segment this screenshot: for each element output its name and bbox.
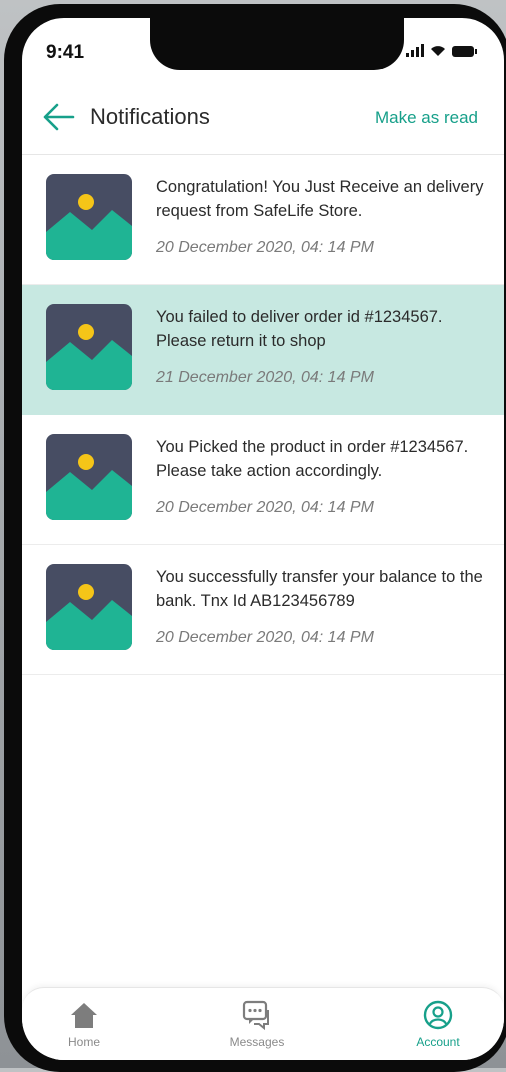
notification-message: Congratulation! You Just Receive an deli… xyxy=(156,178,484,220)
phone-frame: 9:41 Notifications Make as read Congratu… xyxy=(4,4,506,1072)
page-title: Notifications xyxy=(90,104,210,129)
signal-icon xyxy=(406,44,424,57)
notification-item[interactable]: You failed to deliver order id #1234567.… xyxy=(22,285,504,415)
tab-home[interactable]: Home xyxy=(34,998,134,1049)
tab-account[interactable]: Account xyxy=(388,998,488,1049)
chat-icon xyxy=(242,1000,269,1031)
image-placeholder-icon xyxy=(46,174,132,260)
notification-item[interactable]: Congratulation! You Just Receive an deli… xyxy=(22,155,504,285)
notification-message: You successfully transfer your balance t… xyxy=(156,568,483,610)
notification-date: 20 December 2020, 04: 14 PM xyxy=(156,499,374,516)
notification-item[interactable]: You successfully transfer your balance t… xyxy=(22,545,504,675)
notification-date: 21 December 2020, 04: 14 PM xyxy=(156,369,374,386)
status-icons xyxy=(406,44,477,57)
header: Notifications Make as read xyxy=(22,78,504,155)
account-icon xyxy=(423,1000,453,1030)
image-placeholder-icon xyxy=(46,304,132,390)
tab-bar: Home Messages Account xyxy=(22,987,504,1060)
tab-messages-label: Messages xyxy=(229,1035,285,1049)
notification-message: You Picked the product in order #1234567… xyxy=(156,438,469,480)
wifi-icon xyxy=(431,46,445,56)
image-placeholder-icon xyxy=(46,564,132,650)
screen: 9:41 Notifications Make as read Congratu… xyxy=(22,18,504,1060)
tab-messages[interactable]: Messages xyxy=(207,998,307,1049)
notification-date: 20 December 2020, 04: 14 PM xyxy=(156,239,374,256)
tab-home-label: Home xyxy=(67,1035,100,1049)
notification-item[interactable]: You Picked the product in order #1234567… xyxy=(22,415,504,545)
battery-icon xyxy=(452,46,477,57)
image-placeholder-icon xyxy=(46,434,132,520)
back-arrow-icon[interactable] xyxy=(42,102,76,132)
notification-message: You failed to deliver order id #1234567.… xyxy=(156,308,443,350)
notification-list: Congratulation! You Just Receive an deli… xyxy=(22,155,504,675)
home-icon xyxy=(71,1003,97,1028)
notch xyxy=(150,18,404,70)
mark-as-read-button[interactable]: Make as read xyxy=(375,108,478,128)
notification-date: 20 December 2020, 04: 14 PM xyxy=(156,629,374,646)
tab-account-label: Account xyxy=(416,1035,460,1049)
status-time: 9:41 xyxy=(46,42,85,63)
